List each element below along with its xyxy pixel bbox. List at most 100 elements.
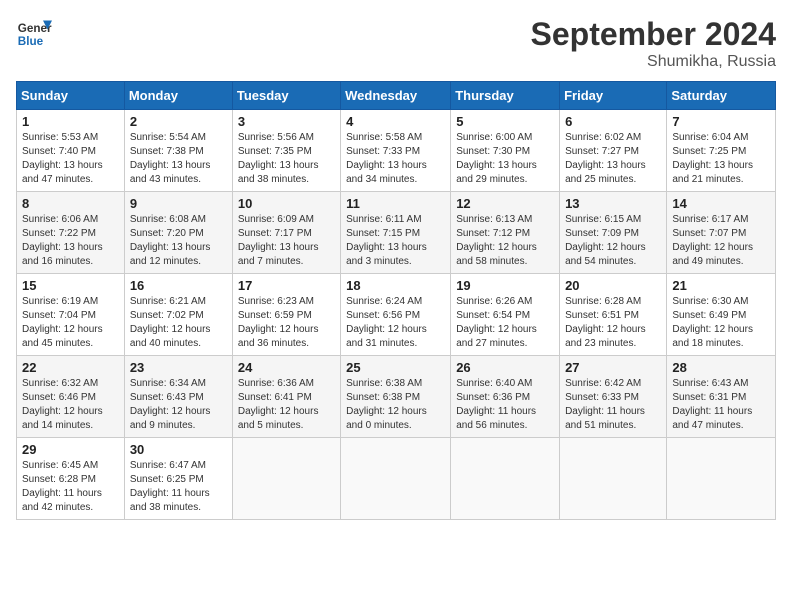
calendar-cell bbox=[667, 438, 776, 520]
day-info: Sunrise: 6:23 AM Sunset: 6:59 PM Dayligh… bbox=[238, 295, 335, 351]
month-title: September 2024 bbox=[531, 16, 776, 53]
day-info: Sunrise: 6:36 AM Sunset: 6:41 PM Dayligh… bbox=[238, 377, 335, 433]
calendar-cell: 11Sunrise: 6:11 AM Sunset: 7:15 PM Dayli… bbox=[341, 192, 451, 274]
day-number: 8 bbox=[22, 196, 119, 211]
weekday-header-friday: Friday bbox=[560, 82, 667, 110]
calendar-cell: 24 Sunrise: 6:36 AM Sunset: 6:41 PM Dayli… bbox=[232, 356, 340, 438]
day-number: 13 bbox=[565, 196, 661, 211]
day-info: Sunrise: 6:09 AM Sunset: 7:17 PM Dayligh… bbox=[238, 213, 335, 269]
day-number: 6 bbox=[565, 114, 661, 129]
calendar-cell bbox=[560, 438, 667, 520]
day-number: 26 bbox=[456, 360, 554, 375]
day-number: 24 bbox=[238, 360, 335, 375]
calendar-cell: 4Sunrise: 5:58 AM Sunset: 7:33 PM Daylig… bbox=[341, 110, 451, 192]
day-number: 29 bbox=[22, 442, 119, 457]
day-number: 4 bbox=[346, 114, 445, 129]
calendar-cell bbox=[451, 438, 560, 520]
day-number: 14 bbox=[672, 196, 770, 211]
calendar-table: SundayMondayTuesdayWednesdayThursdayFrid… bbox=[16, 81, 776, 520]
calendar-cell: 16 Sunrise: 6:21 AM Sunset: 7:02 PM Dayli… bbox=[124, 274, 232, 356]
calendar-cell: 2 Sunrise: 5:54 AM Sunset: 7:38 PM Daylig… bbox=[124, 110, 232, 192]
day-info: Sunrise: 6:47 AM Sunset: 6:25 PM Dayligh… bbox=[130, 459, 227, 515]
day-info: Sunrise: 6:06 AM Sunset: 7:22 PM Dayligh… bbox=[22, 213, 119, 269]
calendar-cell: 27 Sunrise: 6:42 AM Sunset: 6:33 PM Dayli… bbox=[560, 356, 667, 438]
day-info: Sunrise: 6:38 AM Sunset: 6:38 PM Dayligh… bbox=[346, 377, 445, 433]
day-number: 10 bbox=[238, 196, 335, 211]
day-info: Sunrise: 6:02 AM Sunset: 7:27 PM Dayligh… bbox=[565, 131, 661, 187]
day-number: 18 bbox=[346, 278, 445, 293]
day-info: Sunrise: 6:28 AM Sunset: 6:51 PM Dayligh… bbox=[565, 295, 661, 351]
day-info: Sunrise: 6:17 AM Sunset: 7:07 PM Dayligh… bbox=[672, 213, 770, 269]
title-area: September 2024 Shumikha, Russia bbox=[531, 16, 776, 71]
calendar-cell: 15 Sunrise: 6:19 AM Sunset: 7:04 PM Dayli… bbox=[17, 274, 125, 356]
day-number: 20 bbox=[565, 278, 661, 293]
calendar-cell: 30 Sunrise: 6:47 AM Sunset: 6:25 PM Dayli… bbox=[124, 438, 232, 520]
day-info: Sunrise: 6:43 AM Sunset: 6:31 PM Dayligh… bbox=[672, 377, 770, 433]
calendar-cell: 28Sunrise: 6:43 AM Sunset: 6:31 PM Dayli… bbox=[667, 356, 776, 438]
day-number: 11 bbox=[346, 196, 445, 211]
calendar-cell: 1Sunrise: 5:53 AM Sunset: 7:40 PM Daylig… bbox=[17, 110, 125, 192]
weekday-header-saturday: Saturday bbox=[667, 82, 776, 110]
day-info: Sunrise: 6:26 AM Sunset: 6:54 PM Dayligh… bbox=[456, 295, 554, 351]
week-row-4: 22 Sunrise: 6:32 AM Sunset: 6:46 PM Dayli… bbox=[17, 356, 776, 438]
calendar-cell: 22 Sunrise: 6:32 AM Sunset: 6:46 PM Dayli… bbox=[17, 356, 125, 438]
calendar-cell: 29 Sunrise: 6:45 AM Sunset: 6:28 PM Dayli… bbox=[17, 438, 125, 520]
calendar-cell: 23Sunrise: 6:34 AM Sunset: 6:43 PM Dayli… bbox=[124, 356, 232, 438]
week-row-3: 15 Sunrise: 6:19 AM Sunset: 7:04 PM Dayli… bbox=[17, 274, 776, 356]
day-info: Sunrise: 6:21 AM Sunset: 7:02 PM Dayligh… bbox=[130, 295, 227, 351]
day-number: 30 bbox=[130, 442, 227, 457]
calendar-cell: 3Sunrise: 5:56 AM Sunset: 7:35 PM Daylig… bbox=[232, 110, 340, 192]
subtitle: Shumikha, Russia bbox=[531, 53, 776, 71]
week-row-2: 8 Sunrise: 6:06 AM Sunset: 7:22 PM Daylig… bbox=[17, 192, 776, 274]
svg-text:Blue: Blue bbox=[18, 35, 44, 48]
day-info: Sunrise: 6:40 AM Sunset: 6:36 PM Dayligh… bbox=[456, 377, 554, 433]
header: General Blue September 2024 Shumikha, Ru… bbox=[16, 16, 776, 71]
calendar-cell: 18 Sunrise: 6:24 AM Sunset: 6:56 PM Dayli… bbox=[341, 274, 451, 356]
calendar-cell bbox=[341, 438, 451, 520]
day-info: Sunrise: 6:04 AM Sunset: 7:25 PM Dayligh… bbox=[672, 131, 770, 187]
calendar-cell: 20 Sunrise: 6:28 AM Sunset: 6:51 PM Dayli… bbox=[560, 274, 667, 356]
day-info: Sunrise: 6:15 AM Sunset: 7:09 PM Dayligh… bbox=[565, 213, 661, 269]
day-number: 3 bbox=[238, 114, 335, 129]
calendar-cell: 19Sunrise: 6:26 AM Sunset: 6:54 PM Dayli… bbox=[451, 274, 560, 356]
calendar-cell: 6 Sunrise: 6:02 AM Sunset: 7:27 PM Daylig… bbox=[560, 110, 667, 192]
calendar-cell: 12 Sunrise: 6:13 AM Sunset: 7:12 PM Dayli… bbox=[451, 192, 560, 274]
weekday-header-thursday: Thursday bbox=[451, 82, 560, 110]
day-info: Sunrise: 5:54 AM Sunset: 7:38 PM Dayligh… bbox=[130, 131, 227, 187]
day-number: 22 bbox=[22, 360, 119, 375]
day-info: Sunrise: 6:34 AM Sunset: 6:43 PM Dayligh… bbox=[130, 377, 227, 433]
logo: General Blue bbox=[16, 16, 52, 52]
calendar-cell: 14 Sunrise: 6:17 AM Sunset: 7:07 PM Dayli… bbox=[667, 192, 776, 274]
day-info: Sunrise: 6:24 AM Sunset: 6:56 PM Dayligh… bbox=[346, 295, 445, 351]
day-number: 27 bbox=[565, 360, 661, 375]
day-number: 15 bbox=[22, 278, 119, 293]
calendar-cell: 5Sunrise: 6:00 AM Sunset: 7:30 PM Daylig… bbox=[451, 110, 560, 192]
day-number: 9 bbox=[130, 196, 227, 211]
weekday-header-monday: Monday bbox=[124, 82, 232, 110]
calendar-cell: 26 Sunrise: 6:40 AM Sunset: 6:36 PM Dayli… bbox=[451, 356, 560, 438]
calendar-cell: 13 Sunrise: 6:15 AM Sunset: 7:09 PM Dayli… bbox=[560, 192, 667, 274]
day-number: 12 bbox=[456, 196, 554, 211]
day-number: 7 bbox=[672, 114, 770, 129]
calendar-cell: 8 Sunrise: 6:06 AM Sunset: 7:22 PM Daylig… bbox=[17, 192, 125, 274]
calendar-cell bbox=[232, 438, 340, 520]
week-row-1: 1Sunrise: 5:53 AM Sunset: 7:40 PM Daylig… bbox=[17, 110, 776, 192]
day-info: Sunrise: 6:45 AM Sunset: 6:28 PM Dayligh… bbox=[22, 459, 119, 515]
calendar-cell: 7 Sunrise: 6:04 AM Sunset: 7:25 PM Daylig… bbox=[667, 110, 776, 192]
day-info: Sunrise: 6:32 AM Sunset: 6:46 PM Dayligh… bbox=[22, 377, 119, 433]
day-number: 2 bbox=[130, 114, 227, 129]
day-info: Sunrise: 6:13 AM Sunset: 7:12 PM Dayligh… bbox=[456, 213, 554, 269]
day-info: Sunrise: 6:00 AM Sunset: 7:30 PM Dayligh… bbox=[456, 131, 554, 187]
day-number: 17 bbox=[238, 278, 335, 293]
week-row-5: 29 Sunrise: 6:45 AM Sunset: 6:28 PM Dayli… bbox=[17, 438, 776, 520]
day-number: 25 bbox=[346, 360, 445, 375]
day-number: 16 bbox=[130, 278, 227, 293]
weekday-header-sunday: Sunday bbox=[17, 82, 125, 110]
day-info: Sunrise: 6:19 AM Sunset: 7:04 PM Dayligh… bbox=[22, 295, 119, 351]
day-info: Sunrise: 6:08 AM Sunset: 7:20 PM Dayligh… bbox=[130, 213, 227, 269]
day-info: Sunrise: 6:42 AM Sunset: 6:33 PM Dayligh… bbox=[565, 377, 661, 433]
weekday-header-wednesday: Wednesday bbox=[341, 82, 451, 110]
calendar-cell: 10 Sunrise: 6:09 AM Sunset: 7:17 PM Dayli… bbox=[232, 192, 340, 274]
calendar-cell: 17 Sunrise: 6:23 AM Sunset: 6:59 PM Dayli… bbox=[232, 274, 340, 356]
day-number: 1 bbox=[22, 114, 119, 129]
